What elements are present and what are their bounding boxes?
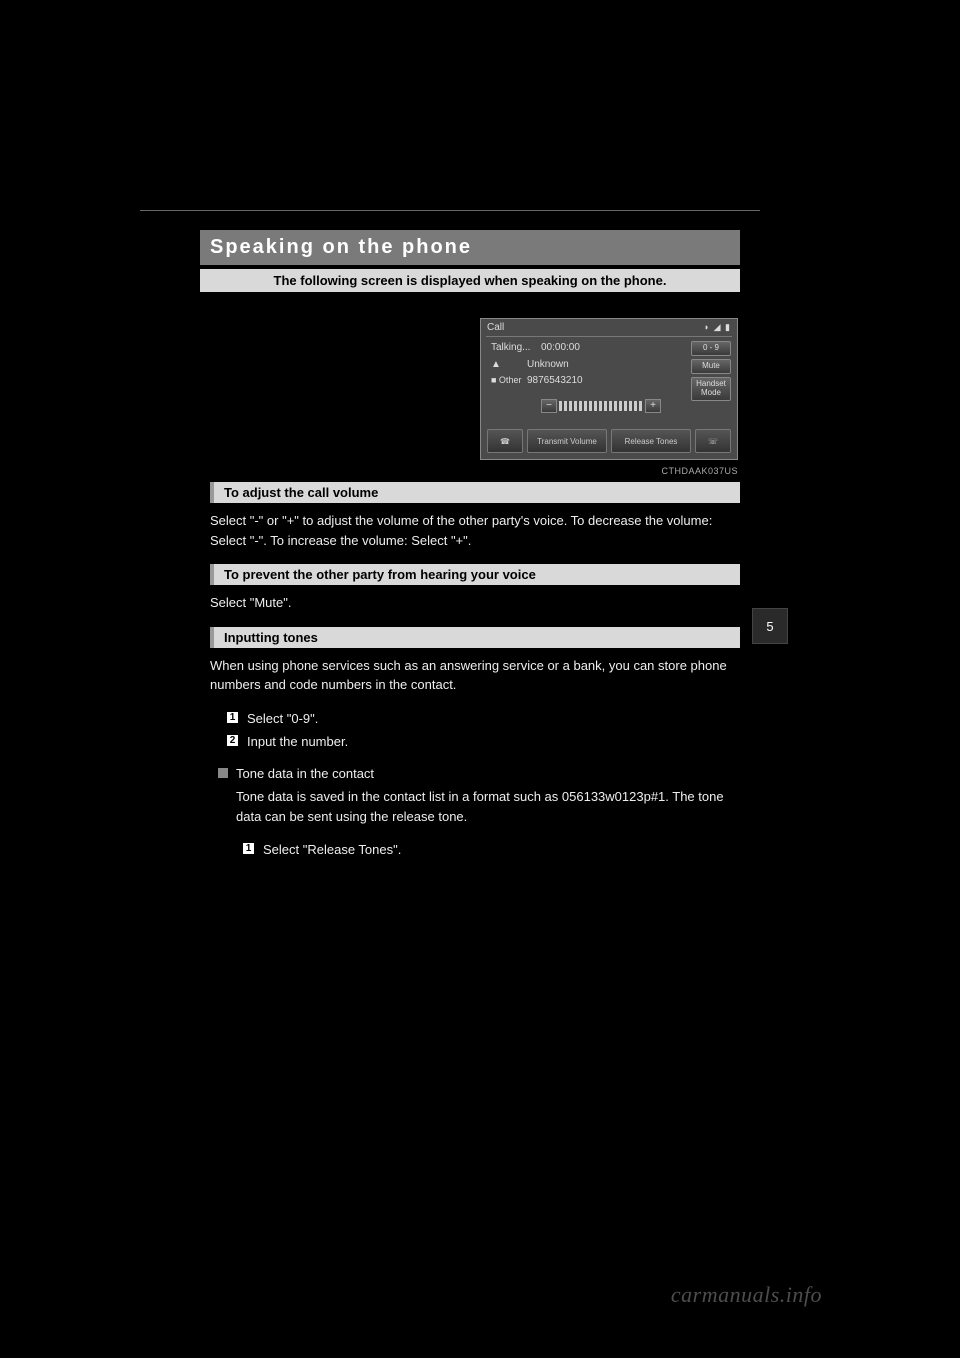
hangup-button[interactable]: ☎ xyxy=(487,429,523,453)
step-row: 1 Select "0-9". xyxy=(226,709,740,729)
step-1-text: Select "0-9". xyxy=(247,709,737,729)
tones-lead: When using phone services such as an ans… xyxy=(210,656,730,695)
call-timer: 00:00:00 xyxy=(541,342,580,353)
square-bullet-row: Tone data in the contact xyxy=(218,764,740,784)
talking-label: Talking... xyxy=(491,342,530,353)
watermark: carmanuals.info xyxy=(671,1282,822,1308)
volume-control: − + xyxy=(541,399,661,413)
mute-button[interactable]: Mute xyxy=(691,359,731,374)
caller-name: Unknown xyxy=(527,359,569,370)
release-tones-button[interactable]: Release Tones xyxy=(611,429,691,453)
tone-data-heading: Tone data in the contact xyxy=(236,764,736,784)
volume-minus-button[interactable]: − xyxy=(541,399,557,413)
keypad-button[interactable]: 0 - 9 xyxy=(691,341,731,356)
step-1b-text: Select "Release Tones". xyxy=(263,840,740,860)
page-title: Speaking on the phone xyxy=(200,230,740,265)
transmit-volume-button[interactable]: Transmit Volume xyxy=(527,429,607,453)
subhead-adjust-volume: To adjust the call volume xyxy=(210,482,740,503)
screenshot-divider xyxy=(486,336,732,337)
subhead-inputting-tones: Inputting tones xyxy=(210,627,740,648)
in-call-screenshot: Call ◗ ◢ ▮ Talking... 00:00:00 ▲ Unknown… xyxy=(480,318,738,460)
volume-plus-button[interactable]: + xyxy=(645,399,661,413)
section-tab-5: 5 xyxy=(752,608,788,644)
step-2-text: Input the number. xyxy=(247,732,737,752)
image-credit: CTHDAAK037US xyxy=(480,466,738,476)
step-row: 1 Select "Release Tones". xyxy=(242,840,740,860)
subhead-prevent-hearing: To prevent the other party from hearing … xyxy=(210,564,740,585)
adjust-volume-body: Select "-" or "+" to adjust the volume o… xyxy=(210,511,730,550)
manual-page: 5 Speaking on the phone The following sc… xyxy=(0,0,960,1358)
step-number-2: 2 xyxy=(226,734,239,747)
top-rule xyxy=(140,210,760,211)
tone-data-body: Tone data is saved in the contact list i… xyxy=(236,787,730,826)
prevent-hearing-body: Select "Mute". xyxy=(210,593,730,613)
caller-number: 9876543210 xyxy=(527,375,583,386)
step-number-1b: 1 xyxy=(242,842,255,855)
intro-box: The following screen is displayed when s… xyxy=(200,269,740,292)
step-row: 2 Input the number. xyxy=(226,732,740,752)
volume-bar xyxy=(559,401,643,411)
handset-mode-button[interactable]: Handset Mode xyxy=(691,377,731,401)
call-header-label: Call xyxy=(487,322,504,333)
person-icon: ▲ xyxy=(491,359,501,370)
step-number-1: 1 xyxy=(226,711,239,724)
call-button[interactable]: ☏ xyxy=(695,429,731,453)
screenshot-footer: ☎ Transmit Volume Release Tones ☏ xyxy=(487,429,731,453)
other-label: ■ Other xyxy=(491,375,521,385)
square-bullet-icon xyxy=(218,768,228,778)
content-column: Speaking on the phone The following scre… xyxy=(200,230,740,860)
status-icons: ◗ ◢ ▮ xyxy=(704,322,731,333)
